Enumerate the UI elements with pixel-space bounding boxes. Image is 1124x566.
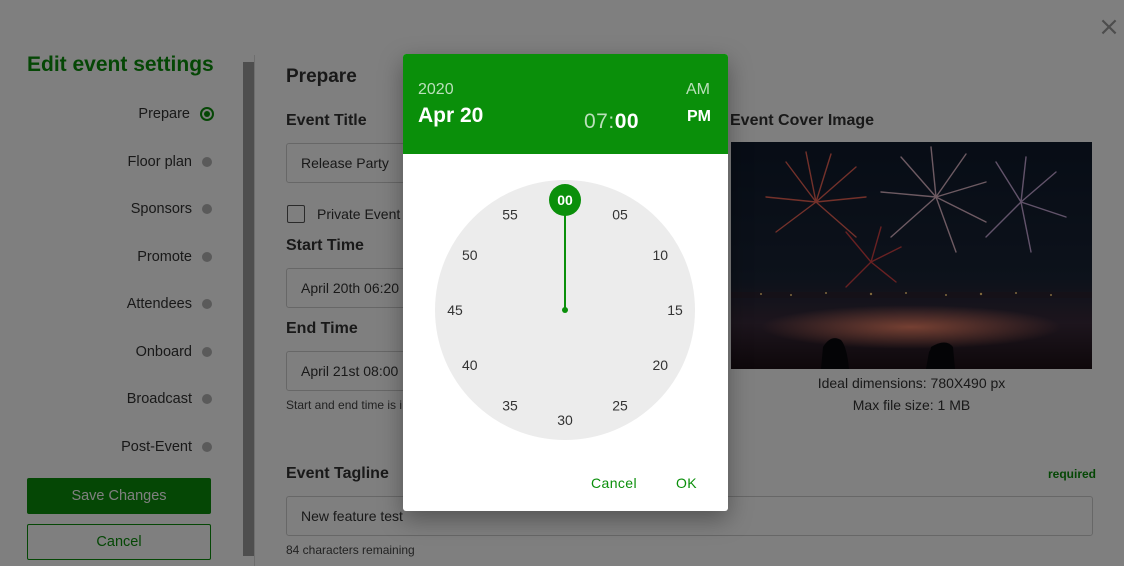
clock-minute-00[interactable]: 00 [557, 192, 573, 208]
clock-minute-20[interactable]: 20 [652, 357, 668, 373]
pm-toggle[interactable]: PM [687, 108, 711, 126]
picker-cancel-button[interactable]: Cancel [591, 475, 637, 491]
date-display[interactable]: Apr 20 [418, 104, 483, 128]
am-toggle[interactable]: AM [686, 81, 710, 99]
clock-minute-05[interactable]: 05 [612, 207, 628, 223]
clock-minute-25[interactable]: 25 [612, 397, 628, 413]
time-display: 07:00 [584, 110, 639, 134]
clock-minute-55[interactable]: 55 [502, 207, 518, 223]
time-picker-dialog: 2020 Apr 20 07:00 AM PM 00 05 10 15 20 25 30 35… [403, 54, 728, 511]
clock-minute-40[interactable]: 40 [462, 357, 478, 373]
clock-minute-50[interactable]: 50 [462, 247, 478, 263]
clock-center-dot [562, 307, 568, 313]
clock-minute-45[interactable]: 45 [447, 302, 463, 318]
clock-minute-30[interactable]: 30 [557, 412, 573, 428]
year-selector[interactable]: 2020 [418, 81, 454, 99]
clock-face[interactable]: 00 05 10 15 20 25 30 35 40 45 50 55 [435, 180, 695, 440]
clock-minute-35[interactable]: 35 [502, 397, 518, 413]
clock-minute-15[interactable]: 15 [667, 302, 683, 318]
picker-ok-button[interactable]: OK [676, 475, 697, 491]
picker-header: 2020 Apr 20 07:00 AM PM [403, 54, 728, 154]
clock-minute-10[interactable]: 10 [652, 247, 668, 263]
minute-display[interactable]: 00 [615, 110, 639, 133]
hour-display[interactable]: 07 [584, 110, 608, 133]
